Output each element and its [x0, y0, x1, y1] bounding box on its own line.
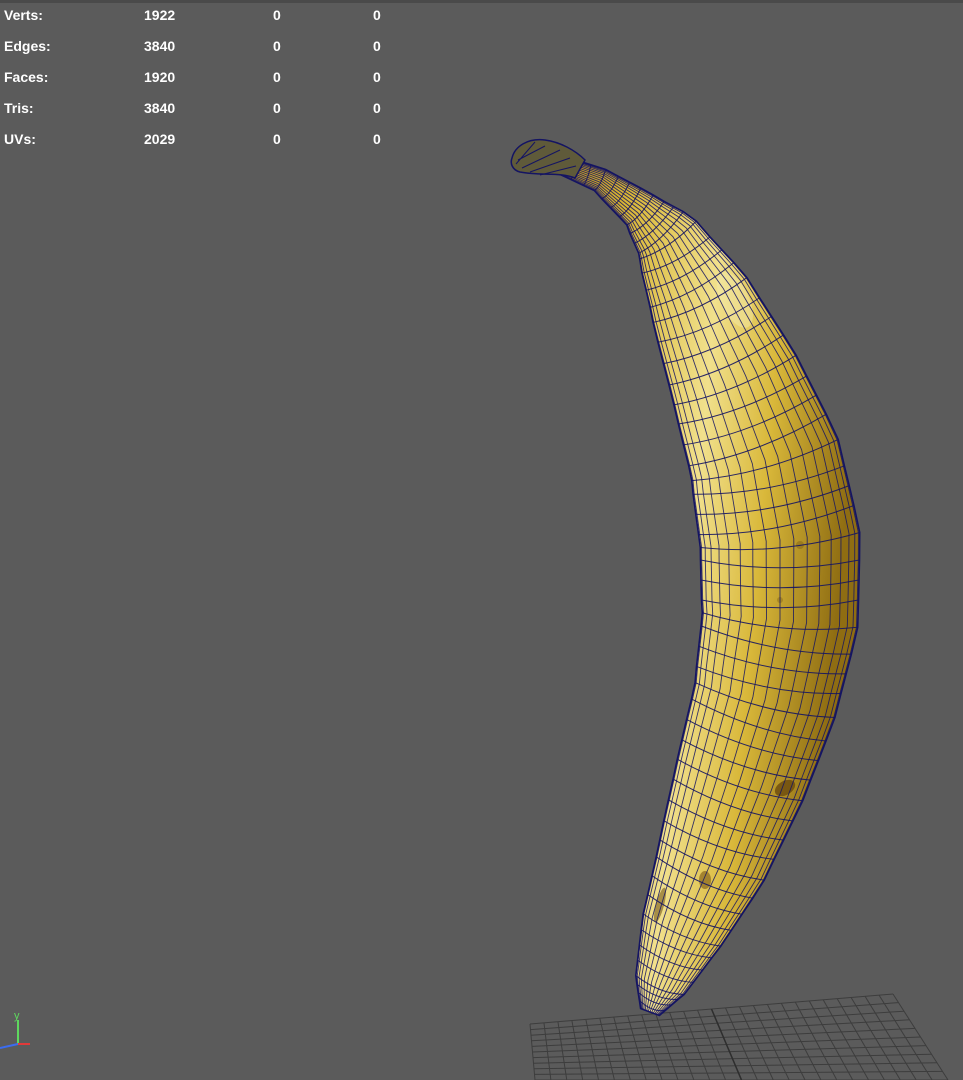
- poly-count-hud: Verts: 1922 0 0 Edges: 3840 0 0 Faces: 1920 0 0 Tris…: [4, 7, 404, 162]
- hud-value: 0: [373, 38, 381, 54]
- hud-value: 3840: [144, 38, 176, 54]
- hud-value: 0: [273, 100, 281, 116]
- hud-value: 2029: [144, 131, 176, 147]
- hud-value: 1920: [144, 69, 176, 85]
- hud-value: 0: [273, 38, 281, 54]
- ground-grid: [529, 993, 949, 1080]
- z-axis-line: [0, 1043, 19, 1049]
- hud-row-uvs: UVs: 2029 0 0: [4, 131, 404, 162]
- hud-value: 0: [273, 131, 281, 147]
- axis-indicator: y: [0, 1010, 30, 1049]
- banana-stem-tip: [510, 138, 586, 179]
- hud-value: 1922: [144, 7, 176, 23]
- hud-label: Edges:: [4, 38, 51, 54]
- hud-value: 0: [373, 131, 381, 147]
- hud-row-faces: Faces: 1920 0 0: [4, 69, 404, 100]
- hud-value: 0: [373, 100, 381, 116]
- hud-label: Verts:: [4, 7, 43, 23]
- hud-value: 0: [373, 69, 381, 85]
- y-axis-label: y: [14, 1010, 20, 1022]
- hud-label: Tris:: [4, 100, 34, 116]
- hud-row-edges: Edges: 3840 0 0: [4, 38, 404, 69]
- hud-row-tris: Tris: 3840 0 0: [4, 100, 404, 131]
- hud-row-verts: Verts: 1922 0 0: [4, 7, 404, 38]
- scene-canvas[interactable]: [0, 0, 963, 1080]
- hud-value: 0: [273, 69, 281, 85]
- hud-value: 0: [373, 7, 381, 23]
- hud-label: Faces:: [4, 69, 49, 85]
- hud-value: 3840: [144, 100, 176, 116]
- hud-value: 0: [273, 7, 281, 23]
- 3d-viewport[interactable]: Verts: 1922 0 0 Edges: 3840 0 0 Faces: 1920 0 0 Tris…: [0, 0, 963, 1080]
- hud-label: UVs:: [4, 131, 36, 147]
- banana-model[interactable]: [510, 138, 861, 1017]
